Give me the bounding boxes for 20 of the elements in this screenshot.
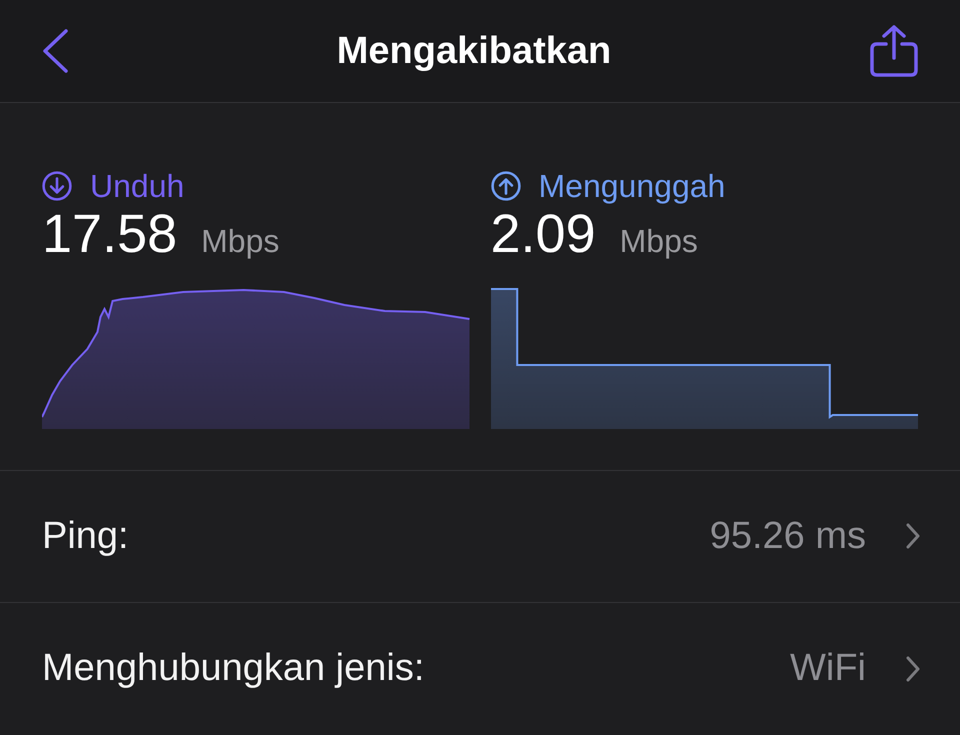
info-row[interactable]: Menghubungkan jenis: WiFi xyxy=(0,602,960,735)
info-row[interactable]: Ping: 95.26 ms xyxy=(0,470,960,603)
speed-unit: Mbps xyxy=(620,222,698,262)
result-label: Unduh xyxy=(90,167,184,206)
row-label: Menghubungkan jenis: xyxy=(42,646,424,692)
back-chevron-icon xyxy=(40,28,70,74)
row-label: Ping: xyxy=(42,514,129,559)
page-title: Mengakibatkan xyxy=(336,28,612,74)
share-icon xyxy=(869,24,919,78)
row-value: 95.26 ms xyxy=(710,514,866,559)
speed-value: 17.58 xyxy=(42,207,178,262)
chevron-right-icon xyxy=(906,523,920,550)
chevron-right-icon xyxy=(906,656,920,682)
speed-unit: Mbps xyxy=(201,222,280,262)
share-button[interactable] xyxy=(868,23,920,80)
down-arrow-circle-icon xyxy=(42,171,72,202)
row-value: WiFi xyxy=(790,646,866,692)
result-label: Mengunggah xyxy=(538,167,726,206)
speed-value: 2.09 xyxy=(490,207,596,262)
up-arrow-circle-icon xyxy=(490,171,520,202)
